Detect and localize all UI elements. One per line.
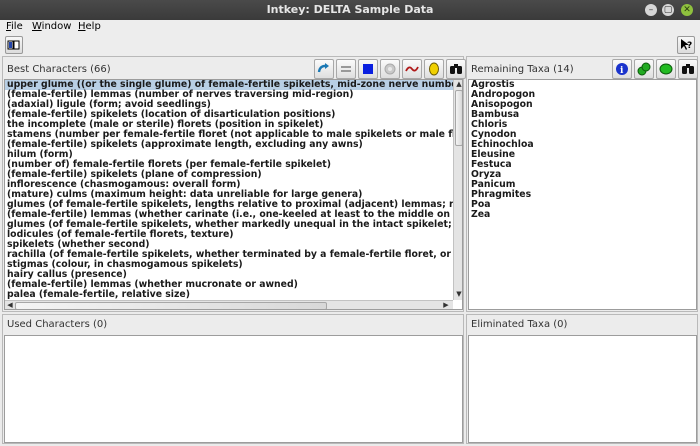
context-help-button[interactable]: ? bbox=[677, 36, 695, 54]
scroll-down-icon[interactable]: ▼ bbox=[455, 290, 462, 298]
menu-window-label: indow bbox=[41, 21, 72, 32]
differences-button[interactable] bbox=[634, 59, 654, 79]
taxon-list-item[interactable]: Poa bbox=[469, 200, 696, 210]
remaining-taxa-pane: Remaining Taxa (14) i Agrostis Andropogon… bbox=[466, 56, 698, 312]
book-button[interactable] bbox=[5, 36, 23, 54]
taxon-info-button[interactable]: i bbox=[612, 59, 632, 79]
horizontal-scrollbar[interactable]: ◀ ▶ bbox=[5, 300, 453, 309]
differences-icon bbox=[637, 62, 651, 76]
diagnose-button[interactable] bbox=[358, 59, 378, 79]
menu-file-label: ile bbox=[11, 21, 23, 32]
find-character-button[interactable] bbox=[380, 59, 400, 79]
best-characters-title: Best Characters (66) bbox=[7, 64, 111, 75]
remaining-taxa-header: Remaining Taxa (14) i bbox=[467, 57, 698, 81]
best-characters-pane: Best Characters (66) upper glume ((or th… bbox=[2, 56, 466, 312]
scroll-thumb[interactable] bbox=[455, 90, 462, 146]
used-characters-title: Used Characters (0) bbox=[7, 319, 108, 330]
taxon-list-item[interactable]: Festuca bbox=[469, 160, 696, 170]
menubar: File Window Help bbox=[0, 20, 700, 34]
eliminated-taxa-pane: Eliminated Taxa (0) bbox=[466, 314, 698, 444]
svg-text:i: i bbox=[620, 66, 624, 76]
scroll-left-icon[interactable]: ◀ bbox=[5, 301, 15, 309]
used-characters-list[interactable] bbox=[4, 335, 463, 443]
info-icon bbox=[429, 62, 439, 76]
menu-help-mnemonic: H bbox=[78, 21, 86, 32]
eliminated-taxa-list[interactable] bbox=[468, 335, 697, 443]
info-button[interactable] bbox=[424, 59, 444, 79]
remaining-taxa-list[interactable]: Agrostis Andropogon Anisopogon Bambusa Chlor… bbox=[468, 79, 697, 310]
main-toolbar: ? bbox=[0, 34, 700, 56]
binoculars-icon bbox=[682, 64, 694, 74]
restart-button[interactable] bbox=[314, 59, 334, 79]
menu-window[interactable]: Window bbox=[32, 20, 71, 34]
taxa-icon bbox=[659, 63, 673, 75]
best-characters-list[interactable]: upper glume ((or the single glume) of fe… bbox=[4, 79, 463, 310]
chart-button[interactable] bbox=[402, 59, 422, 79]
svg-text:?: ? bbox=[687, 41, 692, 51]
vertical-scrollbar[interactable]: ▲ ▼ bbox=[453, 80, 462, 300]
binoculars-button[interactable] bbox=[446, 59, 466, 79]
menu-file[interactable]: File bbox=[6, 20, 23, 34]
chart-icon bbox=[405, 66, 419, 72]
eliminated-taxa-title: Eliminated Taxa (0) bbox=[471, 319, 568, 330]
scroll-up-icon[interactable]: ▲ bbox=[455, 80, 462, 88]
menu-help[interactable]: Help bbox=[78, 20, 101, 34]
window-titlebar[interactable]: Intkey: DELTA Sample Data – ▢ ✕ bbox=[0, 0, 700, 20]
h-scroll-thumb[interactable] bbox=[15, 302, 327, 309]
best-characters-header: Best Characters (66) bbox=[3, 57, 466, 81]
menu-window-mnemonic: W bbox=[32, 21, 42, 32]
used-characters-pane: Used Characters (0) bbox=[2, 314, 464, 444]
context-help-icon: ? bbox=[681, 39, 692, 51]
find-character-icon bbox=[384, 63, 396, 75]
binoculars-icon bbox=[450, 64, 462, 74]
scroll-right-icon[interactable]: ▶ bbox=[441, 301, 451, 309]
character-items: upper glume ((or the single glume) of fe… bbox=[5, 80, 453, 300]
remaining-taxa-title: Remaining Taxa (14) bbox=[471, 64, 574, 75]
menu-help-label: elp bbox=[85, 21, 101, 32]
book-icon bbox=[7, 40, 20, 50]
taxa-button[interactable] bbox=[656, 59, 676, 79]
diagnose-icon bbox=[363, 64, 373, 74]
info-icon: i bbox=[616, 63, 628, 76]
taxon-list-item[interactable]: Phragmites bbox=[469, 190, 696, 200]
taxa-items: Agrostis Andropogon Anisopogon Bambusa Chlor… bbox=[469, 80, 696, 220]
minimize-button[interactable]: – bbox=[645, 4, 657, 16]
restart-icon bbox=[317, 63, 329, 73]
taxon-list-item[interactable]: Zea bbox=[469, 210, 696, 220]
maximize-button[interactable]: ▢ bbox=[662, 4, 674, 16]
window-title: Intkey: DELTA Sample Data bbox=[266, 3, 434, 16]
character-list-item[interactable]: palea (female-fertile, relative size) bbox=[5, 290, 453, 300]
taxa-binoculars-button[interactable] bbox=[678, 59, 698, 79]
separate-button[interactable] bbox=[336, 59, 356, 79]
separate-icon bbox=[341, 66, 351, 72]
close-button[interactable]: ✕ bbox=[681, 4, 693, 16]
